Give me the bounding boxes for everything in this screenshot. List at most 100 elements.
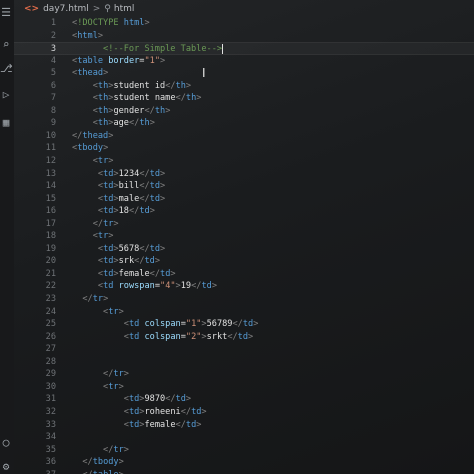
line-number: 16 [45, 206, 56, 217]
line-number: 35 [45, 444, 56, 455]
code-text: <th>age</th> [72, 117, 155, 130]
code-line[interactable]: 4 <table border="1"> [14, 55, 474, 68]
code-line[interactable]: 19 <td>5678</td> [14, 243, 474, 256]
breadcrumb-symbol[interactable]: html [114, 4, 135, 14]
code-line[interactable]: 23 </tr> [14, 293, 474, 306]
code-token: td [128, 319, 140, 330]
code-editor[interactable]: 1 <!DOCTYPE html> 2 <html> 3 <!--For Simple … [14, 17, 474, 474]
breadcrumb-separator: > [92, 4, 101, 14]
line-number: 15 [45, 193, 56, 204]
code-line[interactable]: 32 <td>roheeni</td> [14, 406, 474, 419]
code-token: th [175, 80, 186, 91]
line-number: 36 [45, 457, 56, 468]
code-line[interactable]: 5 <thead> [14, 67, 474, 80]
code-line[interactable]: 2 <html> [14, 30, 474, 43]
code-token: td [103, 256, 114, 267]
code-token: th [97, 105, 109, 116]
code-line[interactable]: 35 </tr> [14, 444, 474, 457]
code-token: td [128, 419, 140, 430]
code-line[interactable]: 27 [14, 343, 474, 356]
code-text: <tr> [72, 306, 124, 319]
code-line[interactable]: 8 <th>gender</th> [14, 105, 474, 118]
code-token: </ [82, 294, 93, 305]
code-line[interactable]: 3 <!--For Simple Table--> [14, 42, 474, 55]
code-line[interactable]: 25 <td colspan="1">56789</td> [14, 318, 474, 331]
code-line[interactable]: 16 <td>18</td> [14, 205, 474, 218]
code-token: td [128, 406, 140, 417]
code-token: table [77, 55, 104, 66]
breadcrumb-file[interactable]: day7.html [43, 4, 89, 14]
code-line[interactable]: 17 </tr> [14, 218, 474, 231]
code-token: !DOCTYPE [77, 18, 124, 28]
code-token: </ [103, 444, 114, 455]
code-token: > [118, 457, 124, 468]
code-token: > [154, 256, 161, 267]
code-line[interactable]: 9 <th>age</th> [14, 117, 474, 130]
code-text: <tbody> [72, 142, 108, 155]
code-line[interactable]: 11 <tbody> [14, 142, 474, 155]
line-number: 29 [45, 369, 56, 380]
code-line[interactable]: 13 <td>1234</td> [14, 168, 474, 181]
code-token: th [139, 118, 150, 129]
code-line[interactable]: 30 <tr> [14, 381, 474, 394]
code-text: <td>18</td> [72, 205, 155, 218]
code-text: <td>1234</td> [72, 168, 165, 181]
code-token: td [149, 193, 161, 204]
search-icon[interactable]: ⌕ [0, 38, 12, 52]
code-line[interactable]: 36 </tbody> [14, 456, 474, 469]
code-token: "1" [185, 319, 202, 330]
code-line[interactable]: 34 [14, 431, 474, 444]
code-token: </ [232, 319, 243, 330]
code-line[interactable]: 29 </tr> [14, 368, 474, 381]
code-token: colspan [144, 319, 181, 330]
code-line[interactable]: 20 <td>srk</td> [14, 255, 474, 268]
code-line[interactable]: 7 <th>student name</th> [14, 92, 474, 105]
code-line[interactable]: 26 <td colspan="2">srkt</td> [14, 331, 474, 344]
code-token: 19 [180, 281, 192, 292]
code-text: </tr> [72, 368, 129, 381]
code-text: <html> [72, 30, 103, 43]
code-line[interactable]: 10 </thead> [14, 130, 474, 143]
code-line[interactable]: 1 <!DOCTYPE html> [14, 17, 474, 30]
code-line[interactable]: 37 </table> [14, 469, 474, 474]
code-line[interactable]: 33 <td>female</td> [14, 419, 474, 432]
code-token: tr [103, 218, 114, 229]
code-token: > [196, 93, 202, 104]
code-token: 5678 [118, 243, 140, 254]
code-line[interactable]: 28 [14, 356, 474, 369]
code-token: > [149, 118, 155, 129]
code-token: td [144, 256, 155, 267]
source-control-icon[interactable]: ⎇ [0, 62, 13, 76]
line-number: 6 [50, 80, 56, 91]
account-icon[interactable]: ◯ [0, 436, 12, 450]
code-token: > [165, 105, 171, 116]
code-line[interactable]: 12 <tr> [14, 155, 474, 168]
code-token: female [144, 419, 176, 430]
run-debug-icon[interactable]: ▷ [0, 88, 12, 102]
code-token: table [93, 470, 119, 474]
code-token: 1234 [118, 168, 140, 179]
extensions-icon[interactable]: ▦ [0, 116, 12, 130]
code-line[interactable]: 21 <td>female</td> [14, 268, 474, 281]
code-line[interactable]: 6 <th>student id</th> [14, 80, 474, 93]
code-line[interactable]: 24 <tr> [14, 306, 474, 319]
code-token: "1" [144, 55, 161, 66]
code-text: <td colspan="1">56789</td> [72, 318, 259, 331]
code-text: </table> [72, 469, 123, 474]
code-token: 56789 [206, 319, 233, 330]
code-token: td [175, 394, 186, 405]
code-text: </thead> [72, 130, 113, 143]
code-token: </ [165, 80, 176, 91]
code-line[interactable]: 15 <td>male</td> [14, 193, 474, 206]
code-token: th [154, 105, 166, 116]
settings-gear-icon[interactable]: ⚙ [0, 460, 12, 474]
code-line[interactable]: 18 <tr> [14, 230, 474, 243]
code-line[interactable]: 31 <td>9870</td> [14, 393, 474, 406]
code-line[interactable]: 22 <td rowspan="4">19</td> [14, 280, 474, 293]
code-token: </ [144, 105, 155, 116]
files-icon[interactable]: ☰ [0, 6, 12, 20]
code-line[interactable]: 14 <td>bill</td> [14, 180, 474, 193]
